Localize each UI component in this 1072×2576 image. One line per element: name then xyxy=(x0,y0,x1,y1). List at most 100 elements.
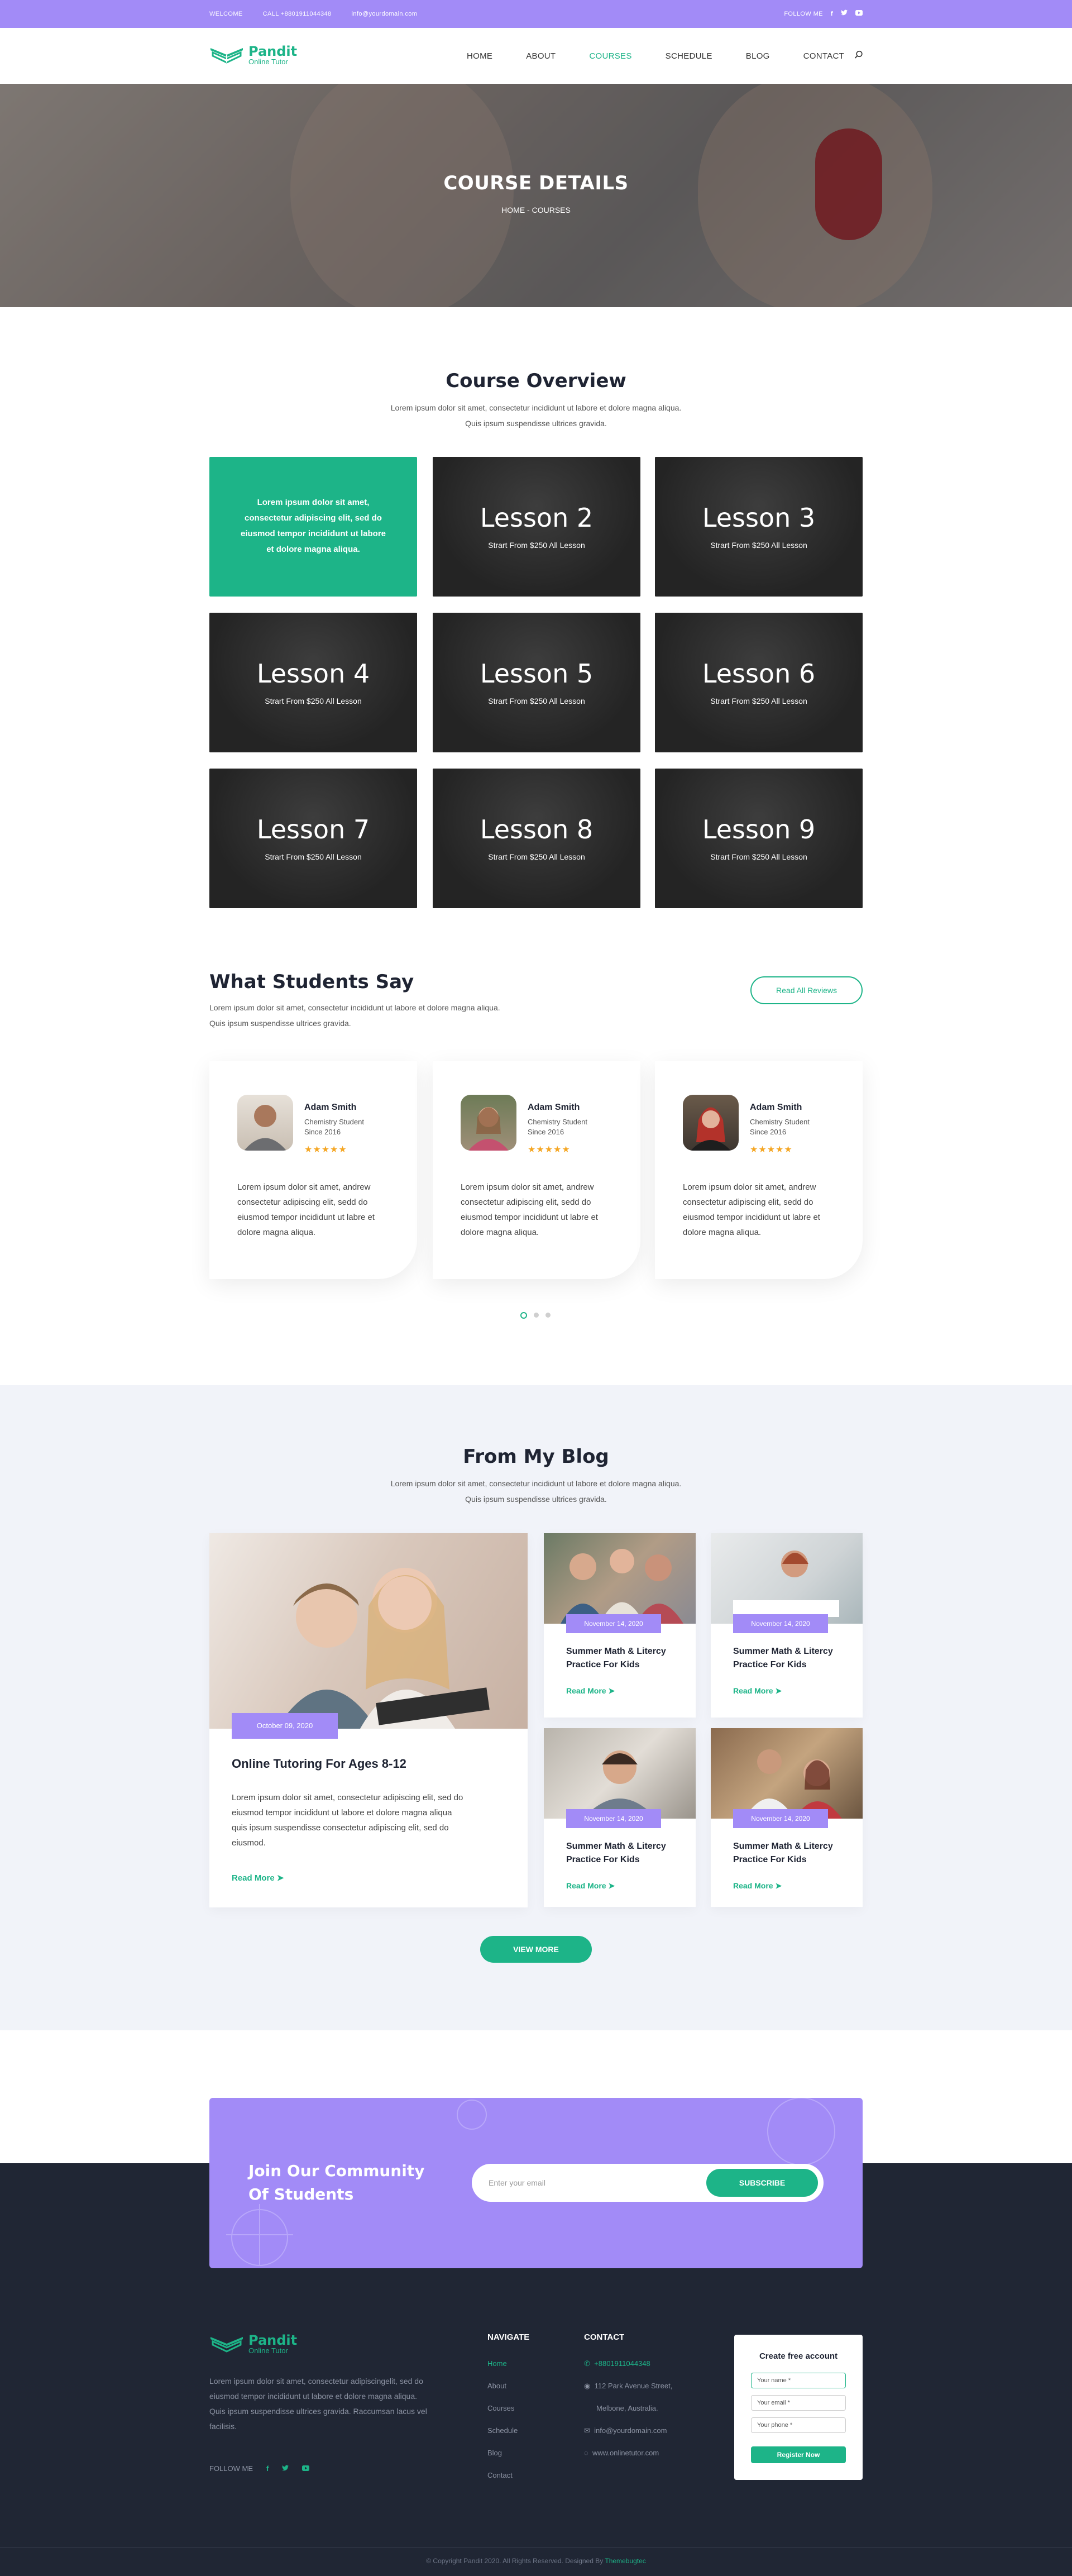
nav-item-home[interactable]: HOME xyxy=(467,51,492,61)
email-input[interactable]: Your email * xyxy=(751,2395,846,2411)
blog-post-card[interactable]: November 14, 2020 Summer Math & Litercy … xyxy=(544,1533,696,1718)
post-title[interactable]: Summer Math & Litercy Practice For Kids xyxy=(733,1840,845,1867)
carousel-dot[interactable] xyxy=(545,1313,551,1318)
avatar xyxy=(683,1095,739,1151)
brand-name: Pandit xyxy=(248,2332,298,2348)
reviewer-name: Adam Smith xyxy=(750,1103,802,1112)
lesson-price: Strart From $250 All Lesson xyxy=(488,697,585,705)
book-logo-icon xyxy=(210,2337,243,2353)
search-icon[interactable] xyxy=(854,50,863,62)
twitter-icon[interactable] xyxy=(282,2464,289,2473)
reviewer-since: Since 2016 xyxy=(304,1128,341,1136)
featured-post[interactable]: October 09, 2020 Online Tutoring For Age… xyxy=(209,1533,528,1907)
blog-post-card[interactable]: November 14, 2020 Summer Math & Litercy … xyxy=(711,1533,863,1718)
cta-title: Join Our Community Of Students xyxy=(248,2162,425,2203)
post-title[interactable]: Summer Math & Litercy Practice For Kids xyxy=(733,1645,845,1672)
read-all-reviews-button[interactable]: Read All Reviews xyxy=(750,976,863,1004)
footer-logo[interactable]: Pandit Online Tutor xyxy=(209,2332,297,2356)
phone-input[interactable]: Your phone * xyxy=(751,2417,846,2433)
footer-link-contact[interactable]: Contact xyxy=(487,2471,513,2479)
lesson-title: Lesson 2 xyxy=(480,503,594,533)
register-button[interactable]: Register Now xyxy=(751,2446,846,2463)
review-card: Adam Smith Chemistry Student Since 2016 … xyxy=(655,1061,863,1279)
featured-post-image xyxy=(209,1533,528,1729)
lesson-card[interactable]: Lesson 7 Strart From $250 All Lesson xyxy=(209,769,417,908)
newsletter-cta: Join Our Community Of Students Enter you… xyxy=(209,2098,863,2268)
review-card: Adam Smith Chemistry Student Since 2016 … xyxy=(433,1061,640,1279)
envelope-icon: ✉ xyxy=(584,2426,590,2435)
location-pin-icon: ◉ xyxy=(584,2382,591,2390)
footer-link-schedule[interactable]: Schedule xyxy=(487,2426,518,2435)
lesson-card[interactable]: Lesson 4 Strart From $250 All Lesson xyxy=(209,613,417,752)
twitter-icon[interactable] xyxy=(841,0,848,28)
read-more-link[interactable]: Read More ➤ xyxy=(733,1686,782,1696)
page-title: COURSE DETAILS xyxy=(443,172,629,194)
footer-website[interactable]: ◌ www.onlinetutor.com xyxy=(584,2449,659,2457)
read-more-link[interactable]: Read More ➤ xyxy=(733,1881,782,1891)
lesson-card[interactable]: Lesson 5 Strart From $250 All Lesson xyxy=(433,613,640,752)
footer-link-about[interactable]: About xyxy=(487,2382,506,2390)
reviewer-role: Chemistry Student xyxy=(528,1118,587,1126)
facebook-icon[interactable]: f xyxy=(266,2464,269,2473)
post-title[interactable]: Online Tutoring For Ages 8-12 xyxy=(232,1757,406,1771)
breadcrumb[interactable]: HOME - COURSES xyxy=(0,206,1072,214)
email-placeholder: Enter your email xyxy=(489,2178,545,2187)
blog-post-card[interactable]: November 14, 2020 Summer Math & Litercy … xyxy=(544,1728,696,1907)
reviewer-name: Adam Smith xyxy=(304,1103,357,1112)
nav-item-courses[interactable]: COURSES xyxy=(589,51,631,61)
brand-tagline: Online Tutor xyxy=(248,2346,288,2355)
carousel-dot[interactable] xyxy=(534,1313,539,1318)
top-bar: WELCOME CALL +8801911044348 info@yourdom… xyxy=(0,0,1072,28)
email-text[interactable]: info@yourdomain.com xyxy=(352,0,418,28)
review-text: Lorem ipsum dolor sit amet, andrew conse… xyxy=(683,1182,820,1237)
brand-logo[interactable]: Pandit Online Tutor xyxy=(209,44,297,67)
lesson-card[interactable]: Lesson 2 Strart From $250 All Lesson xyxy=(433,457,640,597)
read-more-link[interactable]: Read More ➤ xyxy=(566,1881,615,1891)
rating-stars: ★★★★★ xyxy=(528,1145,571,1155)
testimonials-title: What Students Say xyxy=(209,971,414,993)
post-date: November 14, 2020 xyxy=(566,1809,661,1828)
youtube-icon[interactable] xyxy=(855,0,863,28)
nav-item-blog[interactable]: BLOG xyxy=(746,51,770,61)
copyright: © Copyright Pandit 2020. All Rights Rese… xyxy=(426,2557,646,2565)
lesson-card[interactable]: Lesson 8 Strart From $250 All Lesson xyxy=(433,769,640,908)
email-field[interactable]: Enter your email SUBSCRIBE xyxy=(472,2164,824,2202)
carousel-dot-active[interactable] xyxy=(520,1312,527,1319)
read-more-link[interactable]: Read More ➤ xyxy=(566,1686,615,1696)
facebook-icon[interactable]: f xyxy=(831,0,833,28)
blog-post-card[interactable]: November 14, 2020 Summer Math & Litercy … xyxy=(711,1728,863,1907)
overview-title: Course Overview xyxy=(446,370,626,392)
post-date: November 14, 2020 xyxy=(566,1614,661,1633)
lesson-card[interactable]: Lesson 9 Strart From $250 All Lesson xyxy=(655,769,863,908)
post-title[interactable]: Summer Math & Litercy Practice For Kids xyxy=(566,1645,678,1672)
lesson-card[interactable]: Lesson 3 Strart From $250 All Lesson xyxy=(655,457,863,597)
youtube-icon[interactable] xyxy=(302,2464,310,2473)
footer-link-home[interactable]: Home xyxy=(487,2359,507,2368)
lesson-card[interactable]: Lesson 6 Strart From $250 All Lesson xyxy=(655,613,863,752)
footer-link-blog[interactable]: Blog xyxy=(487,2449,502,2457)
lesson-price: Strart From $250 All Lesson xyxy=(265,697,362,705)
nav-item-schedule[interactable]: SCHEDULE xyxy=(666,51,712,61)
designer-link[interactable]: Themebugtec xyxy=(605,2557,645,2565)
nav-item-about[interactable]: ABOUT xyxy=(526,51,556,61)
phone-text[interactable]: CALL +8801911044348 xyxy=(263,0,332,28)
reviewer-since: Since 2016 xyxy=(528,1128,564,1136)
brand-tagline: Online Tutor xyxy=(248,58,288,66)
read-more-link[interactable]: Read More ➤ xyxy=(232,1873,284,1883)
footer-link-courses[interactable]: Courses xyxy=(487,2404,514,2412)
footer-email[interactable]: ✉ info@yourdomain.com xyxy=(584,2426,667,2435)
lesson-price: Strart From $250 All Lesson xyxy=(710,852,807,861)
reviewer-since: Since 2016 xyxy=(750,1128,787,1136)
reviewer-role: Chemistry Student xyxy=(750,1118,810,1126)
view-more-button[interactable]: VIEW MORE xyxy=(480,1936,592,1963)
post-date: November 14, 2020 xyxy=(733,1614,828,1633)
footer-phone[interactable]: ✆ +8801911044348 xyxy=(584,2359,650,2368)
post-date: October 09, 2020 xyxy=(232,1713,338,1739)
nav-item-contact[interactable]: CONTACT xyxy=(803,51,844,61)
post-title[interactable]: Summer Math & Litercy Practice For Kids xyxy=(566,1840,678,1867)
blog-subtitle: Lorem ipsum dolor sit amet, consectetur … xyxy=(390,1479,682,1504)
overview-subtitle: Lorem ipsum dolor sit amet, consectetur … xyxy=(390,403,682,428)
subscribe-button[interactable]: SUBSCRIBE xyxy=(706,2169,818,2197)
name-input[interactable]: Your name * xyxy=(751,2373,846,2388)
post-image xyxy=(544,1533,696,1624)
